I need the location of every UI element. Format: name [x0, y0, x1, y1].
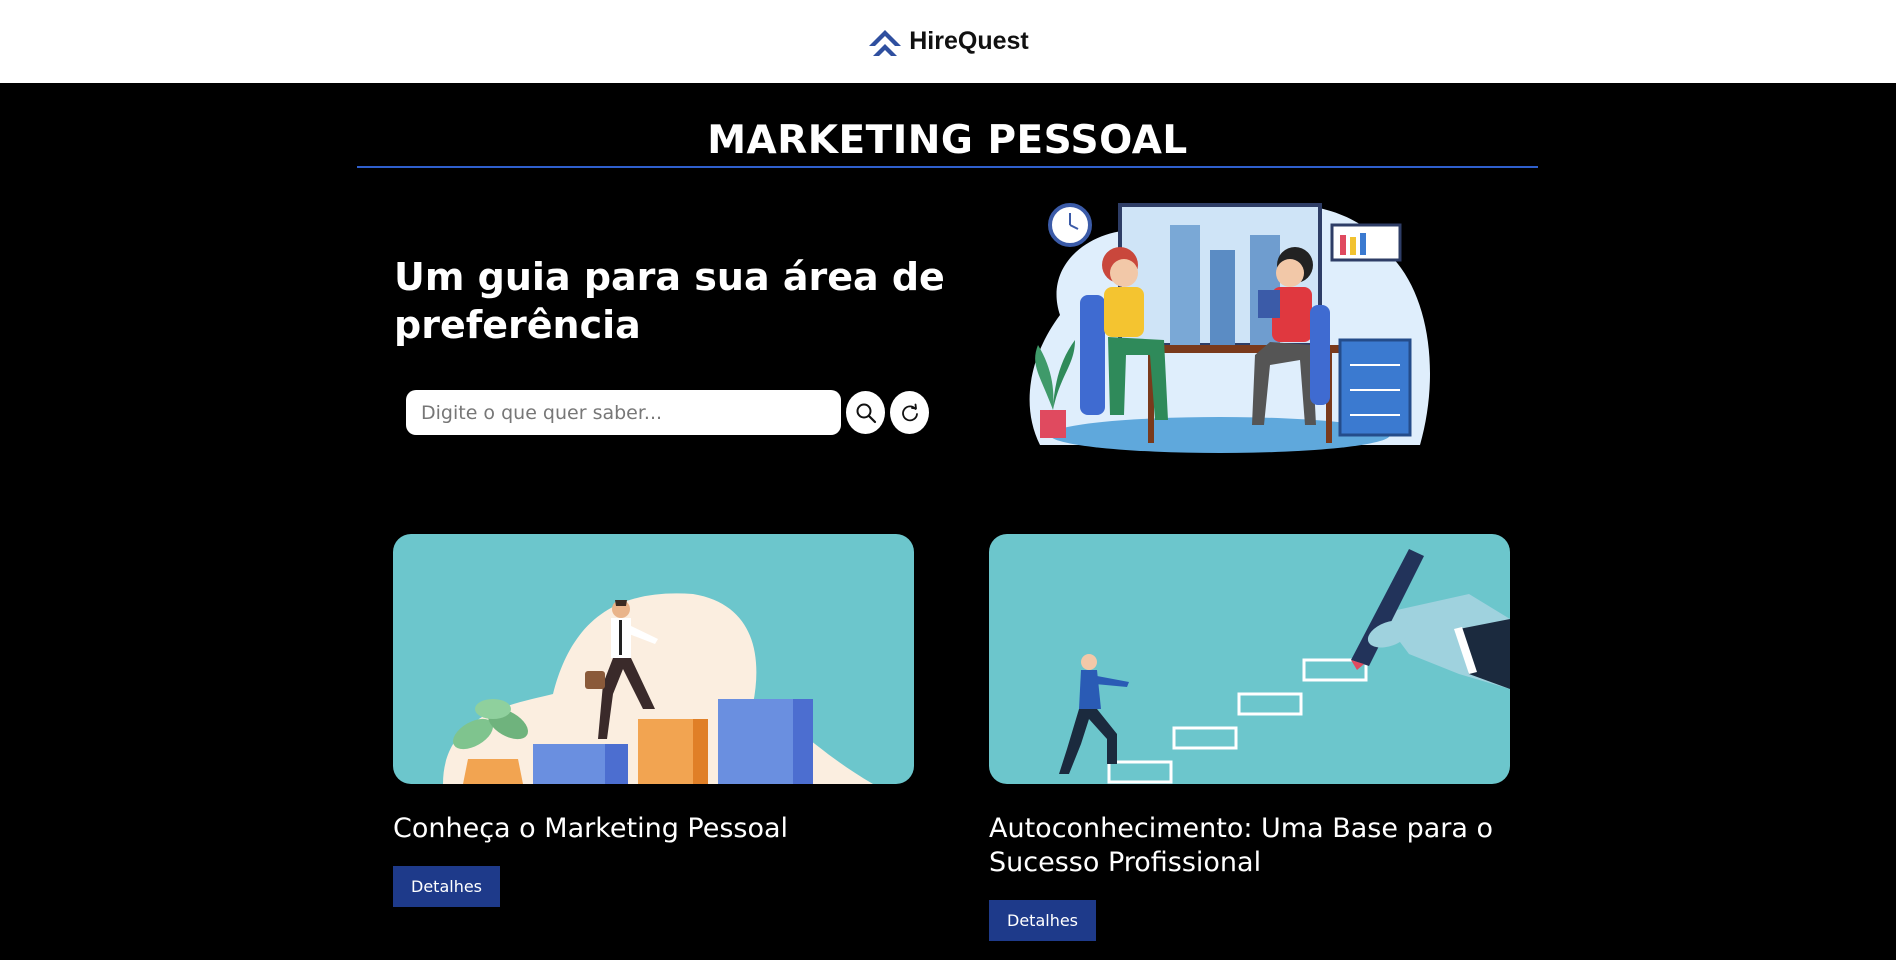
man-climbing-bars-illustration: [393, 534, 914, 784]
brand-logo-link[interactable]: HireQuest: [867, 26, 1029, 58]
details-button[interactable]: Detalhes: [989, 900, 1097, 941]
hero-heading: Um guia para sua área de preferência: [394, 255, 945, 347]
page-title: MARKETING PESSOAL: [707, 118, 1188, 163]
brand-name: HireQuest: [909, 27, 1029, 55]
top-navbar: HireQuest: [0, 0, 1896, 83]
hand-drawing-stairs-illustration: [989, 534, 1510, 784]
article-card: Autoconhecimento: Uma Base para o Sucess…: [989, 534, 1510, 941]
details-button[interactable]: Detalhes: [393, 866, 501, 907]
search-input[interactable]: [406, 390, 841, 435]
chevron-up-logo-icon: [869, 29, 902, 56]
search-button[interactable]: [846, 391, 885, 434]
card-title: Autoconhecimento: Uma Base para o Sucess…: [989, 813, 1493, 878]
search-icon: [856, 403, 876, 423]
refresh-icon: [901, 403, 918, 421]
search-bar: [406, 390, 929, 435]
office-meeting-illustration: [1029, 203, 1430, 453]
reset-button[interactable]: [890, 391, 929, 434]
article-card: Conheça o Marketing Pessoal Detalhes: [393, 534, 914, 907]
title-divider: [357, 166, 1538, 168]
card-title: Conheça o Marketing Pessoal: [393, 813, 789, 844]
